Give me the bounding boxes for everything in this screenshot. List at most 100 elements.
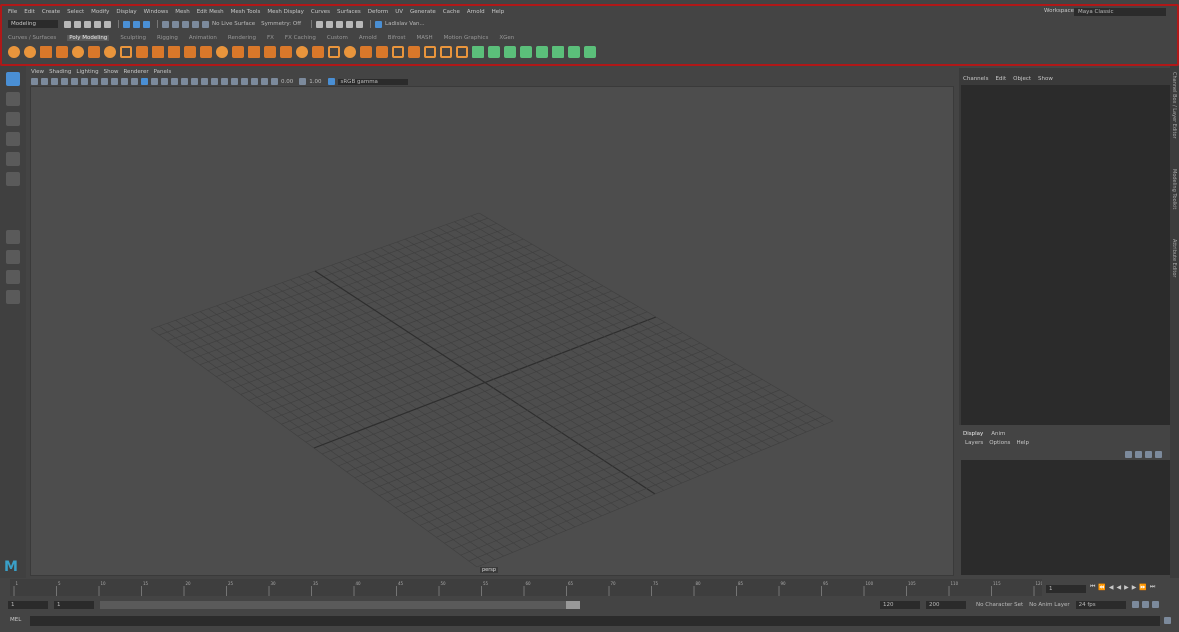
- merge-icon[interactable]: [312, 46, 324, 58]
- poly-disc-icon[interactable]: [104, 46, 116, 58]
- menu-display[interactable]: Display: [116, 9, 136, 15]
- side-tab-1[interactable]: Modeling Toolkit: [1171, 169, 1177, 209]
- depth-of-field-icon[interactable]: [231, 78, 238, 85]
- playback-start-field[interactable]: 1: [54, 600, 94, 609]
- shelf-tab-arnold[interactable]: Arnold: [359, 35, 377, 41]
- character-set-select[interactable]: No Character Set: [976, 602, 1023, 608]
- svg-icon[interactable]: [168, 46, 180, 58]
- xray-joints-icon[interactable]: [261, 78, 268, 85]
- menu-arnold[interactable]: Arnold: [467, 9, 485, 15]
- channel-menu-channels[interactable]: Channels: [963, 76, 988, 82]
- fill-hole-icon[interactable]: [296, 46, 308, 58]
- select-hierarchy-icon[interactable]: [123, 20, 130, 28]
- reduce-icon[interactable]: [376, 46, 388, 58]
- current-frame-field[interactable]: 1: [1046, 585, 1086, 593]
- new-empty-layer-icon[interactable]: [1145, 451, 1152, 458]
- menu-edit[interactable]: Edit: [24, 9, 35, 15]
- gate-mask-icon[interactable]: [101, 78, 108, 85]
- start-time-field[interactable]: 1: [8, 600, 48, 609]
- shelf-tab-rigging[interactable]: Rigging: [157, 35, 178, 41]
- user-account[interactable]: Ladislav Van...: [385, 21, 425, 27]
- script-editor-icon[interactable]: [1164, 617, 1171, 624]
- perspective-viewport[interactable]: [30, 86, 954, 576]
- slide-edge-icon[interactable]: [440, 46, 452, 58]
- smooth-shade-icon[interactable]: [151, 78, 158, 85]
- poly-star-icon[interactable]: [136, 46, 148, 58]
- textured-icon[interactable]: [171, 78, 178, 85]
- gamma-field[interactable]: 1.00: [309, 79, 321, 85]
- live-surface-field[interactable]: No Live Surface: [212, 21, 255, 27]
- menu-file[interactable]: File: [8, 9, 17, 15]
- step-back-key-icon[interactable]: ⏪: [1098, 584, 1105, 591]
- new-scene-icon[interactable]: [64, 20, 71, 28]
- channel-menu-edit[interactable]: Edit: [995, 76, 1006, 82]
- layer-menu-options[interactable]: Options: [989, 440, 1010, 446]
- paint-select-icon[interactable]: [6, 112, 20, 126]
- go-to-end-icon[interactable]: ⏭: [1150, 583, 1155, 591]
- menu-cache[interactable]: Cache: [443, 9, 460, 15]
- loop-icon[interactable]: [1131, 601, 1139, 608]
- platonic-solid-icon[interactable]: [120, 46, 132, 58]
- shelf-tab-custom[interactable]: Custom: [327, 35, 348, 41]
- preferences-icon[interactable]: [1151, 601, 1159, 608]
- wireframe-on-shaded-icon[interactable]: [161, 78, 168, 85]
- open-scene-icon[interactable]: [74, 20, 81, 28]
- single-view-layout-icon[interactable]: [6, 230, 20, 244]
- planar-map-icon[interactable]: [472, 46, 484, 58]
- menu-uv[interactable]: UV: [395, 9, 403, 15]
- target-weld-icon[interactable]: [344, 46, 356, 58]
- bookmark-icon[interactable]: [51, 78, 58, 85]
- shelf-tab-xgen[interactable]: XGen: [499, 35, 514, 41]
- motion-blur-icon[interactable]: [211, 78, 218, 85]
- shelf-tab-curves-surfaces[interactable]: Curves / Surfaces: [8, 35, 56, 41]
- smooth-icon[interactable]: [216, 46, 228, 58]
- menu-select[interactable]: Select: [67, 9, 84, 15]
- select-component-icon[interactable]: [143, 20, 150, 28]
- rotate-tool-icon[interactable]: [6, 152, 20, 166]
- ipr-render-icon[interactable]: [326, 20, 334, 28]
- four-view-layout-icon[interactable]: [6, 250, 20, 264]
- resolution-gate-icon[interactable]: [91, 78, 98, 85]
- render-settings-icon[interactable]: [336, 20, 344, 28]
- side-tab-0[interactable]: Channel Box / Layer Editor: [1171, 72, 1177, 139]
- play-backwards-icon[interactable]: ◀: [1117, 584, 1122, 591]
- offset-edge-loop-icon[interactable]: [424, 46, 436, 58]
- hypershade-icon[interactable]: [346, 20, 354, 28]
- poly-text-icon[interactable]: [152, 46, 164, 58]
- poly-sphere-icon[interactable]: [8, 46, 20, 58]
- image-plane-icon[interactable]: [61, 78, 68, 85]
- grid-toggle-icon[interactable]: [71, 78, 78, 85]
- arnold-render-icon[interactable]: [356, 20, 364, 28]
- field-chart-icon[interactable]: [111, 78, 118, 85]
- camera-attributes-icon[interactable]: [41, 78, 48, 85]
- menu-generate[interactable]: Generate: [410, 9, 436, 15]
- spherical-map-icon[interactable]: [504, 46, 516, 58]
- insert-edge-loop-icon[interactable]: [392, 46, 404, 58]
- lasso-tool-icon[interactable]: [6, 92, 20, 106]
- poly-torus-icon[interactable]: [72, 46, 84, 58]
- symmetry-field[interactable]: Symmetry: Off: [261, 21, 301, 27]
- move-tool-icon[interactable]: [6, 132, 20, 146]
- playback-end-field[interactable]: 120: [880, 600, 920, 609]
- range-slider[interactable]: [100, 600, 566, 609]
- film-gate-icon[interactable]: [81, 78, 88, 85]
- time-slider[interactable]: 1 5 10 15 20 25 30 35 40 45 50 55 60 65 70 75 80 85 90 95 10…: [10, 579, 1044, 596]
- isolate-select-icon[interactable]: [241, 78, 248, 85]
- snap-grid-icon[interactable]: [162, 20, 169, 28]
- safe-title-icon[interactable]: [131, 78, 138, 85]
- viewport-menu-shading[interactable]: Shading: [49, 69, 71, 75]
- viewport-menu-view[interactable]: View: [31, 69, 44, 75]
- combine-icon[interactable]: [184, 46, 196, 58]
- end-time-field[interactable]: 200: [926, 600, 966, 609]
- new-layer-selected-icon[interactable]: [1155, 451, 1162, 458]
- viewport-menu-panels[interactable]: Panels: [154, 69, 172, 75]
- xray-icon[interactable]: [251, 78, 258, 85]
- layer-tab-anim[interactable]: Anim: [991, 431, 1005, 437]
- menu-deform[interactable]: Deform: [368, 9, 388, 15]
- bevel-icon[interactable]: [280, 46, 292, 58]
- channel-menu-show[interactable]: Show: [1038, 76, 1053, 82]
- shelf-tab-rendering[interactable]: Rendering: [228, 35, 256, 41]
- shadows-icon[interactable]: [191, 78, 198, 85]
- viewport-menu-show[interactable]: Show: [104, 69, 119, 75]
- anim-layer-select[interactable]: No Anim Layer: [1029, 602, 1069, 608]
